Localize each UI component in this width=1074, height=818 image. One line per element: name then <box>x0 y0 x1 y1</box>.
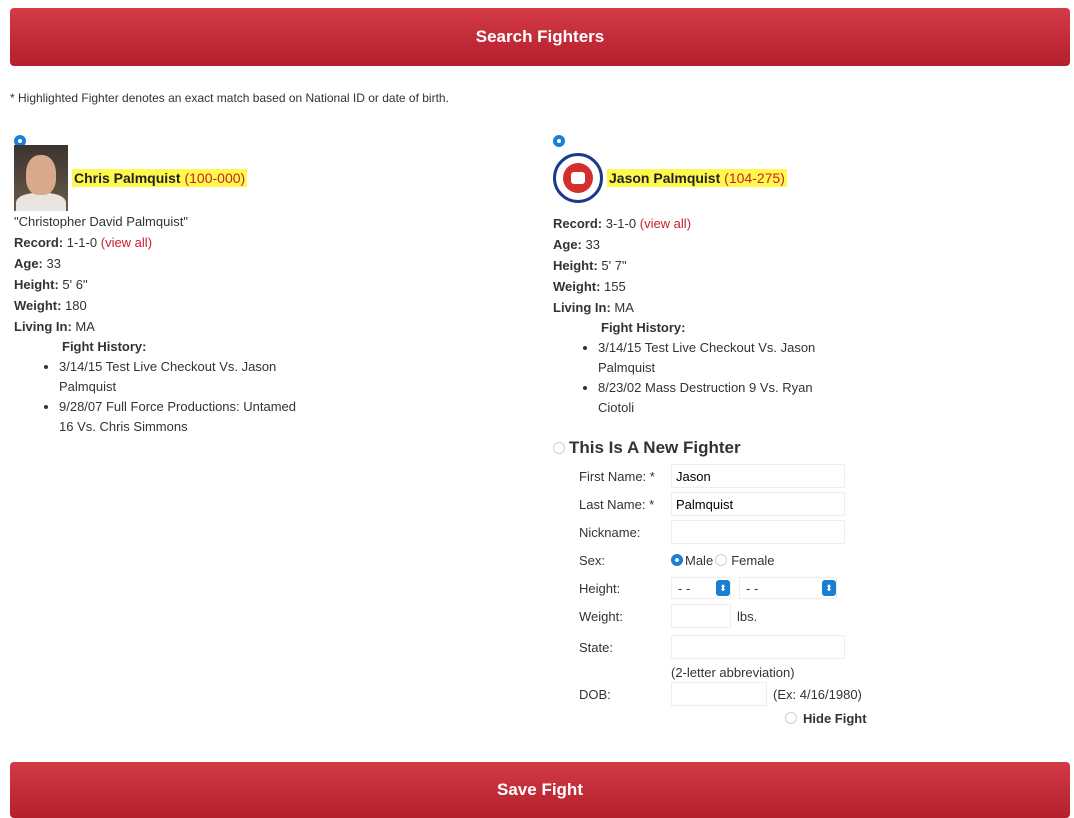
height-inches-select[interactable]: - - ⬍ <box>739 577 837 599</box>
hide-fight-checkbox[interactable] <box>785 712 797 724</box>
fighter-photo <box>14 145 68 211</box>
female-radio[interactable] <box>715 554 728 566</box>
commission-logo-icon <box>553 153 603 203</box>
nickname-field[interactable] <box>671 520 845 544</box>
dob-label: DOB: <box>579 686 611 702</box>
fighter-nickname: "Christopher David Palmquist" <box>14 214 188 229</box>
last-name-field[interactable] <box>671 492 845 516</box>
weight-unit: lbs. <box>737 608 758 624</box>
new-fighter-option: This Is A New Fighter <box>553 438 1063 458</box>
fighter-name-highlight: Jason Palmquist (104-275) <box>607 169 787 187</box>
male-radio[interactable] <box>671 554 683 566</box>
first-name-label: First Name: * <box>579 468 655 484</box>
fight-history-list: 3/14/15 Test Live Checkout Vs. Jason Pal… <box>553 338 838 418</box>
fighter-name: Jason Palmquist <box>609 170 721 186</box>
new-fighter-title: This Is A New Fighter <box>569 438 741 457</box>
dob-field[interactable] <box>671 682 767 706</box>
first-name-field[interactable] <box>671 464 845 488</box>
fight-history-item: 8/23/02 Mass Destruction 9 Vs. Ryan Ciot… <box>598 378 838 418</box>
fighter-card-2: Jason Palmquist (104-275) Record: 3-1-0 … <box>553 132 1063 728</box>
fighter-select-radio-2[interactable] <box>553 134 565 147</box>
save-fight-button[interactable]: Save Fight <box>10 762 1070 818</box>
weight-field[interactable] <box>671 604 731 628</box>
fighter-height: Height: 5' 6" <box>14 277 88 292</box>
fighter-id: (104-275) <box>724 170 785 186</box>
select-chevron-icon: ⬍ <box>822 580 836 596</box>
male-label: Male <box>685 552 714 568</box>
nickname-label: Nickname: <box>579 524 641 540</box>
fighter-card-1: Chris Palmquist (100-000) "Christopher D… <box>14 132 514 437</box>
search-fighters-button[interactable]: Search Fighters <box>10 8 1070 66</box>
fighter-living: Living In: MA <box>553 300 634 315</box>
state-label: State: <box>579 639 613 655</box>
dob-hint: (Ex: 4/16/1980) <box>773 686 862 702</box>
fight-history-item: 3/14/15 Test Live Checkout Vs. Jason Pal… <box>598 338 838 378</box>
fighter-height: Height: 5' 7" <box>553 258 627 273</box>
fight-history-list: 3/14/15 Test Live Checkout Vs. Jason Pal… <box>14 357 299 437</box>
fighter-age: Age: 33 <box>14 256 61 271</box>
fighter-age: Age: 33 <box>553 237 600 252</box>
last-name-label: Last Name: * <box>579 496 655 512</box>
state-field[interactable] <box>671 635 845 659</box>
fighter-name: Chris Palmquist <box>74 170 181 186</box>
fight-history-item: 3/14/15 Test Live Checkout Vs. Jason Pal… <box>59 357 299 397</box>
sex-label: Sex: <box>579 552 606 568</box>
height-feet-select[interactable]: - - ⬍ <box>671 577 731 599</box>
select-chevron-icon: ⬍ <box>716 580 730 596</box>
view-all-link[interactable]: (view all) <box>101 235 152 250</box>
fighter-record: Record: 1-1-0 (view all) <box>14 235 153 250</box>
fight-history-title: Fight History: <box>62 339 147 354</box>
fighter-id: (100-000) <box>184 170 246 186</box>
fighter-weight: Weight: 155 <box>553 279 626 294</box>
fight-history-title: Fight History: <box>601 320 686 335</box>
height-label: Height: <box>579 580 621 596</box>
fight-history-item: 9/28/07 Full Force Productions: Untamed … <box>59 397 299 437</box>
fighter-living: Living In: MA <box>14 319 95 334</box>
female-label: Female <box>731 552 775 568</box>
fighter-name-highlight: Chris Palmquist (100-000) <box>72 169 248 187</box>
hide-fight-label: Hide Fight <box>803 710 867 726</box>
view-all-link[interactable]: (view all) <box>640 216 691 231</box>
fighter-weight: Weight: 180 <box>14 298 87 313</box>
match-note: * Highlighted Fighter denotes an exact m… <box>10 91 449 105</box>
fighter-record: Record: 3-1-0 (view all) <box>553 216 692 231</box>
weight-label: Weight: <box>579 608 623 624</box>
new-fighter-radio[interactable] <box>553 442 565 454</box>
state-hint: (2-letter abbreviation) <box>671 664 795 680</box>
new-fighter-form: First Name: * Last Name: * Nickname: Sex… <box>579 462 1063 728</box>
